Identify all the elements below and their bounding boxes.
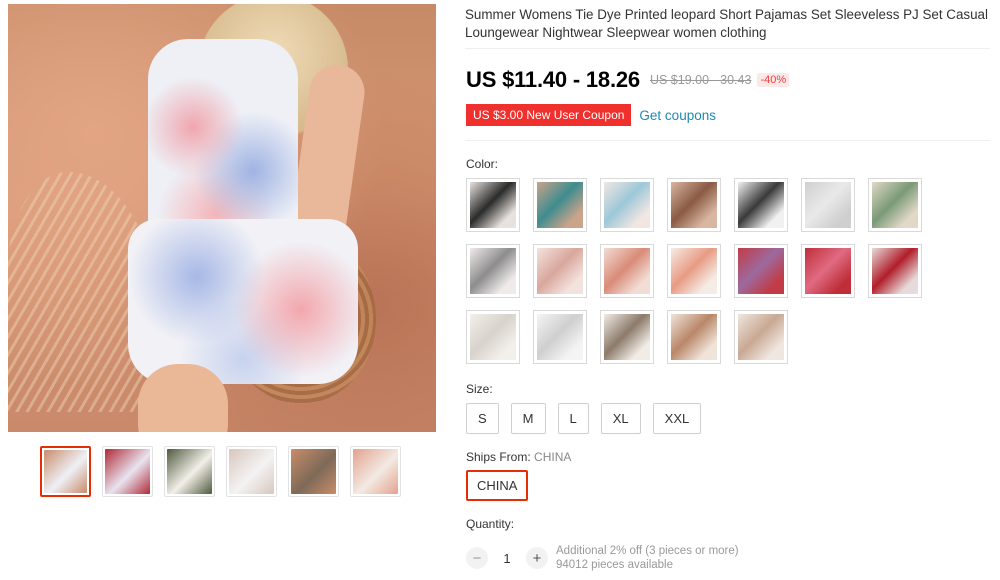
- main-product-image[interactable]: [8, 4, 436, 432]
- color-swatch-teal[interactable]: [533, 178, 587, 232]
- size-option-m[interactable]: M: [510, 403, 546, 434]
- color-swatch-floral-white[interactable]: [600, 310, 654, 364]
- quantity-decrease-button[interactable]: −: [466, 547, 488, 569]
- size-option-xxl[interactable]: XXL: [652, 403, 702, 434]
- swatch-image: [671, 248, 717, 294]
- ships-from-label: Ships From: CHINA: [466, 450, 571, 464]
- thumbnail-image: [353, 449, 398, 494]
- gallery-thumbnail[interactable]: [288, 446, 339, 497]
- color-swatch-blue-print[interactable]: [600, 178, 654, 232]
- coupon-row: US $3.00 New User Coupon Get coupons: [463, 104, 716, 126]
- discount-badge: -40%: [757, 73, 790, 87]
- size-option-l[interactable]: L: [557, 403, 589, 434]
- swatch-image: [604, 314, 650, 360]
- stock-available: 94012 pieces available: [556, 559, 674, 571]
- color-swatch-beige[interactable]: [734, 310, 788, 364]
- swatch-image: [738, 314, 784, 360]
- gallery-thumbnail[interactable]: [164, 446, 215, 497]
- swatch-image: [604, 182, 650, 228]
- thumbnail-image: [105, 449, 150, 494]
- gallery-thumbnail[interactable]: [40, 446, 91, 497]
- swatch-image: [738, 248, 784, 294]
- swatch-image: [738, 182, 784, 228]
- thumbnail-image: [167, 449, 212, 494]
- size-options: S M L XL XXL: [466, 403, 702, 434]
- thumbnail-image: [291, 449, 336, 494]
- divider: [465, 48, 990, 49]
- size-option-xl[interactable]: XL: [600, 403, 641, 434]
- gallery-thumbnail[interactable]: [102, 446, 153, 497]
- color-swatch-grid: [466, 178, 936, 364]
- swatch-image: [470, 314, 516, 360]
- color-swatch-black[interactable]: [466, 178, 520, 232]
- color-swatch-red[interactable]: [868, 244, 922, 298]
- get-coupons-link[interactable]: Get coupons: [639, 108, 716, 123]
- swatch-image: [872, 182, 918, 228]
- quantity-label: Quantity:: [466, 517, 515, 531]
- swatch-image: [671, 314, 717, 360]
- color-swatch-leopard[interactable]: [667, 178, 721, 232]
- color-swatch-black-white[interactable]: [734, 178, 788, 232]
- swatch-image: [872, 248, 918, 294]
- ships-from-value: CHINA: [534, 450, 572, 464]
- gallery-thumbnail[interactable]: [350, 446, 401, 497]
- swatch-image: [805, 248, 851, 294]
- ships-from-label-text: Ships From:: [466, 450, 531, 464]
- color-swatch-white-print[interactable]: [466, 310, 520, 364]
- swatch-image: [537, 182, 583, 228]
- new-user-coupon-badge[interactable]: US $3.00 New User Coupon: [463, 104, 632, 126]
- quantity-stepper: − 1 + Additional 2% off (3 pieces or mor…: [466, 544, 739, 572]
- color-swatch-tan-leopard[interactable]: [667, 310, 721, 364]
- color-label: Color:: [466, 157, 499, 171]
- color-swatch-tie-dye-purple[interactable]: [734, 244, 788, 298]
- ships-from-option-china[interactable]: CHINA: [466, 470, 529, 501]
- quantity-value[interactable]: 1: [488, 551, 526, 566]
- color-swatch-grey-print[interactable]: [466, 244, 520, 298]
- original-price: US $19.00 - 30.43: [649, 73, 752, 87]
- product-title: Summer Womens Tie Dye Printed leopard Sh…: [465, 7, 988, 40]
- divider: [465, 140, 990, 141]
- swatch-image: [470, 248, 516, 294]
- quantity-increase-button[interactable]: +: [526, 547, 548, 569]
- swatch-image: [537, 248, 583, 294]
- quantity-info: Additional 2% off (3 pieces or more) 940…: [556, 544, 739, 572]
- swatch-image: [805, 182, 851, 228]
- image-tie-dye-shorts: [128, 219, 358, 384]
- price-row: US $11.40 - 18.26 US $19.00 - 30.43 -40%: [466, 67, 790, 93]
- price: US $11.40 - 18.26: [466, 67, 640, 92]
- size-option-s[interactable]: S: [466, 403, 499, 434]
- swatch-image: [537, 314, 583, 360]
- color-swatch-pink-floral[interactable]: [801, 244, 855, 298]
- swatch-image: [671, 182, 717, 228]
- gallery-thumbnail[interactable]: [226, 446, 277, 497]
- swatch-image: [470, 182, 516, 228]
- color-swatch-light-grey[interactable]: [533, 310, 587, 364]
- color-swatch-green-leaf[interactable]: [868, 178, 922, 232]
- thumbnail-image: [44, 450, 87, 493]
- thumbnail-image: [229, 449, 274, 494]
- color-swatch-salmon[interactable]: [600, 244, 654, 298]
- swatch-image: [604, 248, 650, 294]
- color-swatch-pink-leopard[interactable]: [533, 244, 587, 298]
- bulk-discount-note: Additional 2% off (3 pieces or more): [556, 545, 739, 557]
- color-swatch-white[interactable]: [801, 178, 855, 232]
- image-model-leg: [138, 364, 228, 432]
- thumbnail-strip: [40, 446, 401, 497]
- color-swatch-coral[interactable]: [667, 244, 721, 298]
- size-label: Size:: [466, 382, 493, 396]
